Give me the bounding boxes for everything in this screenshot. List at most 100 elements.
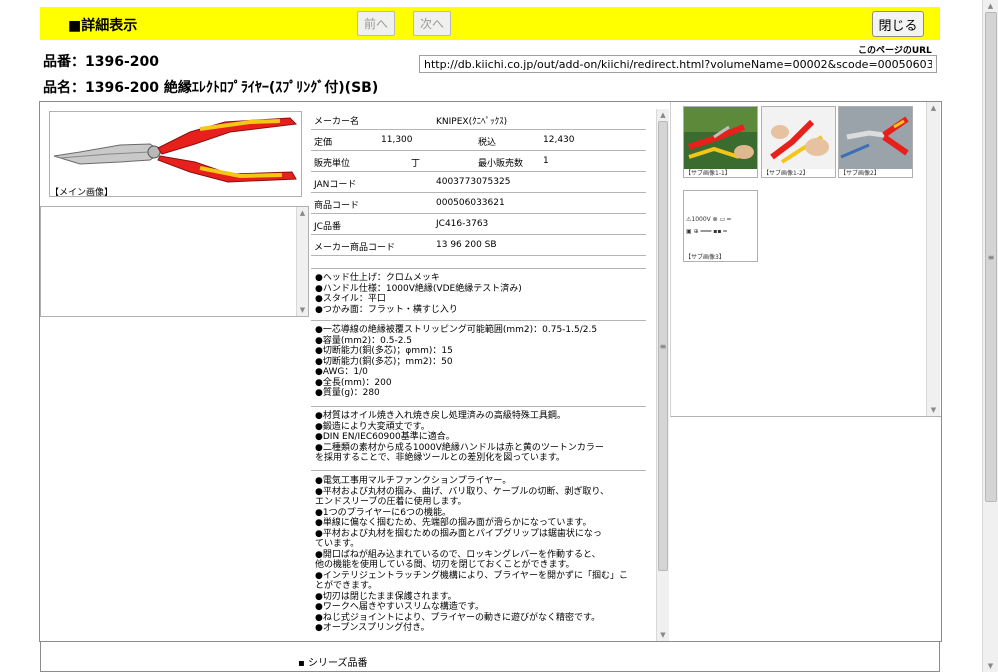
window-scroll-thumb[interactable]: ≡ [985,12,997,502]
feature-line: ●開口ばねが組み込まれているので、ロッキングレバーを作動すると、 [315,549,601,560]
spec-panel: メーカー名 KNIPEX(ｸﾆﾍﾟｯｸｽ) 定価 11,300 税込 12,43… [311,109,669,641]
feature-line: ●1つのプライヤーに6つの機能。 [315,507,452,518]
makercode-value: 13 96 200 SB [436,240,497,250]
feature-line: ●容量(mm2)：0.5-2.5 [315,335,413,346]
feature-line: ています。 [315,539,360,549]
scroll-down-arrow[interactable]: ▼ [983,660,998,672]
feature-line: ●オープンスプリング付き。 [315,623,430,633]
feature-line: ●切断能力(銅(多芯)；φmm)：15 [315,346,453,356]
sub-image-caption: 【サブ画像1-2】 [763,170,809,177]
detail-frame: 【メイン画像】 ▲ ▼ メーカー名 KNIPEX(ｸﾆﾍﾟｯｸｽ) 定価 11,… [39,101,942,642]
spec-row-price: 定価 11,300 税込 12,430 [311,130,646,151]
code-label: 商品コード [314,201,360,211]
feature-line: ●鍛造により大変頑丈です。 [315,421,430,432]
sub-image-caption: 【サブ画像3】 [685,254,725,261]
feature-line: ●質量(g)：280 [315,388,380,398]
feature-line: ●二種類の素材から成る1000V絶縁ハンドルは赤と黄のツートンカラー [315,442,604,453]
sub-image-1-2-photo [762,107,835,169]
sub-image-1-1[interactable]: 【サブ画像1-1】 [683,106,758,178]
feature-line: ●ねじ式ジョイントにより、プライヤーの動きに遊びがなく精密です。 [315,612,601,623]
feature-line: ●平材および丸材の掴み、曲げ、バリ取り、ケーブルの切断、剥ぎ取り、 [315,486,609,497]
feature-block-1: ●ヘッド仕上げ：クロムメッキ ●ハンドル仕様：1000V絶縁(VDE絶縁テスト済… [315,273,655,315]
scroll-down-arrow[interactable]: ▼ [297,304,308,316]
feature-block-4: ●電気工事用マルチファンクションプライヤー。 ●平材および丸材の掴み、曲げ、バリ… [315,476,655,634]
spec-row-jan: JANコード 4003773075325 [311,172,646,193]
feature-line: ●つかみ面：フラット・横すじ入り [315,304,458,315]
divider [311,470,646,471]
spec-row-maker: メーカー名 KNIPEX(ｸﾆﾍﾟｯｸｽ) [311,109,646,130]
svg-text:▣ ⊕ ═══ ▪▪ ═: ▣ ⊕ ═══ ▪▪ ═ [686,228,727,235]
feature-line: エンドスリーブの圧着に使用します。 [315,497,467,507]
scroll-thumb[interactable]: ≡ [658,121,668,571]
scroll-up-arrow[interactable]: ▲ [983,0,998,12]
feature-block-2: ●一芯導線の絶縁被覆ストリッピング可能範囲(mm2)：0.75-1.5/2.5 … [315,325,655,399]
spec-row-unit: 販売単位 丁 最小販売数 1 [311,151,646,172]
unit-label: 販売単位 [314,159,351,169]
feature-line: とができます。 [315,581,378,591]
divider [311,320,646,321]
sub-image-1-1-photo [684,107,757,169]
window-scrollbar[interactable]: ▲ ≡ ▼ [982,0,998,672]
taxin-label: 税込 [478,138,497,148]
scroll-down-arrow[interactable]: ▼ [927,404,940,416]
scroll-up-arrow[interactable]: ▲ [297,207,308,219]
main-image[interactable]: 【メイン画像】 [49,111,302,198]
scroll-down-arrow[interactable]: ▼ [657,629,669,641]
price-label: 定価 [314,138,333,148]
sub-image-1-2[interactable]: 【サブ画像1-2】 [761,106,836,178]
spec-row-jc: JC品番 JC416-3763 [311,214,646,235]
next-button[interactable]: 次へ [413,11,451,36]
taxin-value: 12,430 [543,135,575,145]
scroll-up-arrow[interactable]: ▲ [927,102,940,114]
series-label-text: シリーズ品番 [307,658,368,669]
minqty-label: 最小販売数 [478,159,524,169]
feature-line: ●材質はオイル焼き入れ焼き戻し処理済みの高級特殊工具鋼。 [315,411,566,421]
page-title: ■詳細表示 [68,18,138,34]
sub-image-caption: 【サブ画像2】 [840,170,880,177]
page-url-field[interactable] [419,55,937,73]
sub-image-2-photo [839,107,912,169]
sub-image-3[interactable]: ⚠1000V ⊗ ▭ ═ ▣ ⊕ ═══ ▪▪ ═ 【サブ画像3】 [683,190,758,262]
sub-image-2[interactable]: 【サブ画像2】 [838,106,913,178]
sub-image-panel: 【サブ画像1-1】 【サブ画像1-2】 【サブ画像2】 ⚠1000V ⊗ ▭ ═… [670,102,941,417]
feature-line: ●ヘッド仕上げ：クロムメッキ [315,273,440,283]
svg-text:⚠1000V ⊗ ▭ ═: ⚠1000V ⊗ ▭ ═ [686,216,731,223]
jan-value: 4003773075325 [436,177,511,187]
left-panel-scrollbar[interactable]: ▲ ▼ [296,207,308,316]
scroll-up-arrow[interactable]: ▲ [657,109,669,121]
minqty-value: 1 [543,156,549,166]
prev-button[interactable]: 前へ [357,11,395,36]
feature-block-3: ●材質はオイル焼き入れ焼き戻し処理済みの高級特殊工具鋼。 ●鍛造により大変頑丈で… [315,411,655,464]
sub-image-scrollbar[interactable]: ▲ ▼ [926,102,940,416]
makercode-label: メーカー商品コード [314,243,396,253]
feature-line: ●一芯導線の絶縁被覆ストリッピング可能範囲(mm2)：0.75-1.5/2.5 [315,325,598,335]
product-name: 品名：1396-200 絶縁ｴﾚｸﾄﾛﾌﾟﾗｲﾔｰ(ｽﾌﾟﾘﾝｸﾞ付)(SB) [43,80,379,96]
sub-image-3-icons: ⚠1000V ⊗ ▭ ═ ▣ ⊕ ═══ ▪▪ ═ [684,191,757,253]
jc-value: JC416-3763 [436,219,489,229]
divider [311,406,646,407]
spec-row-code: 商品コード 000506033621 [311,193,646,214]
feature-line: ●DIN EN/IEC60900基準に適合。 [315,432,455,442]
feature-line: ●電気工事用マルチファンクションプライヤー。 [315,476,512,486]
feature-line: ●切断能力(銅(多芯)；mm2)：50 [315,356,453,367]
series-label: ▪ シリーズ品番 [298,658,368,669]
spec-row-makercode: メーカー商品コード 13 96 200 SB [311,235,646,256]
main-image-caption: 【メイン画像】 [50,188,114,198]
unit-value: 丁 [411,159,421,169]
spec-panel-scrollbar[interactable]: ▲ ≡ ▼ [656,109,669,641]
price-value: 11,300 [381,135,413,145]
feature-line: 他の機能を使用している間、切刃を閉じておくことができます。 [315,560,575,570]
feature-line: ●スタイル：平口 [315,294,386,304]
sub-image-caption: 【サブ画像1-1】 [685,170,731,177]
feature-line: ●切刃は閉じたまま保護されます。 [315,591,457,602]
feature-line: を採用することで、非絶縁ツールとの差別化を図っています。 [315,453,565,463]
close-button[interactable]: 閉じる [872,11,924,37]
jan-label: JANコード [314,180,357,190]
feature-line: ●単線に偏なく掴むため、先端部の掴み面が滑らかになっています。 [315,518,592,528]
feature-line: ●インテリジェントラッチング機構により、プライヤーを開かずに「掴む」こ [315,570,629,581]
series-section: ▪ シリーズ品番 [40,642,940,672]
jc-label: JC品番 [314,222,341,232]
feature-line: ●ワークへ届きやすいスリムな構造です。 [315,602,484,612]
header-bar: ■詳細表示 前へ 次へ 閉じる [40,7,940,40]
product-number: 品番：1396-200 [43,54,159,70]
